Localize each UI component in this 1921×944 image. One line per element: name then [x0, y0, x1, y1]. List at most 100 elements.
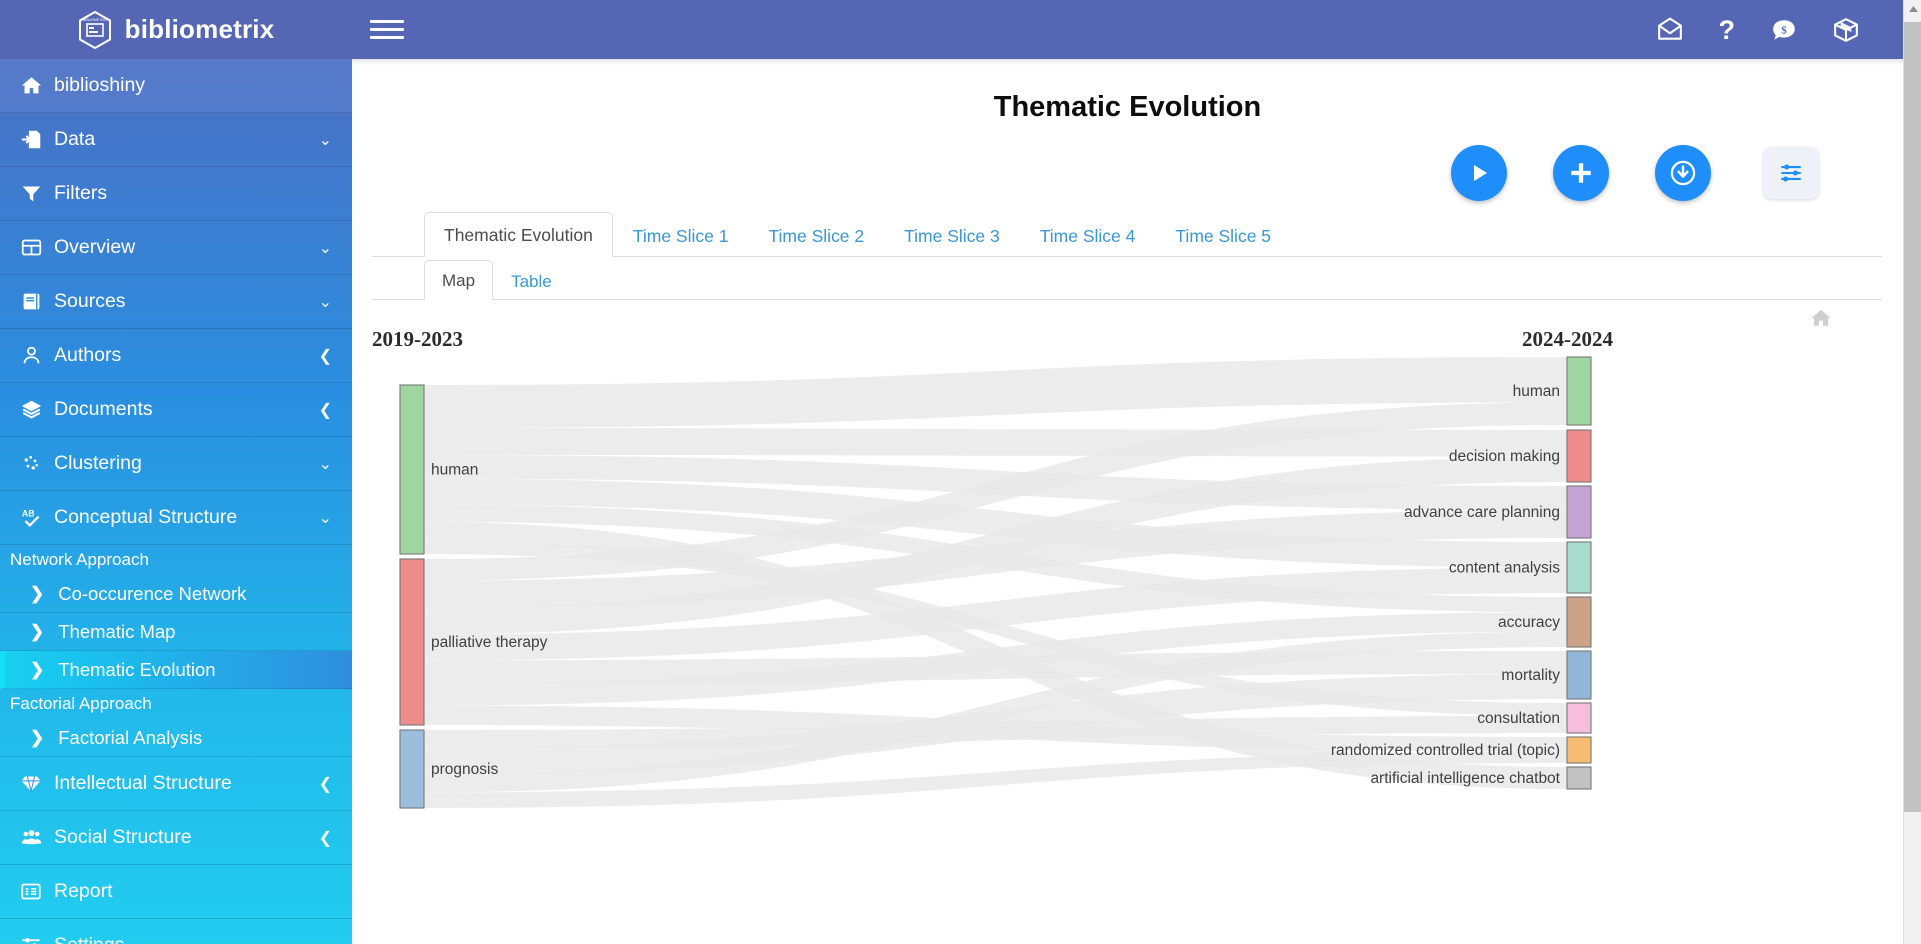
clustering-icon	[18, 453, 44, 474]
brand[interactable]: BIBLIOMETRIX bibliometrix	[0, 0, 352, 59]
sankey-node[interactable]	[1566, 429, 1592, 483]
page-title: Thematic Evolution	[993, 91, 1262, 123]
sidebar-item-label: biblioshiny	[54, 74, 146, 96]
sidebar-item-factorial-analysis[interactable]: ❯ Factorial Analysis	[0, 719, 352, 757]
sidebar-subitem-label: Co-occurence Network	[58, 582, 247, 604]
sankey-node[interactable]	[1566, 736, 1592, 764]
download-circle-icon	[1670, 160, 1696, 186]
sidebar-subitem-label: Factorial Analysis	[58, 726, 203, 748]
sidebar-item-label: Clustering	[54, 452, 142, 474]
svg-text:BIBLIOMETRIX: BIBLIOMETRIX	[83, 18, 107, 22]
sankey-node-label: artificial intelligence chatbot	[1370, 770, 1560, 787]
sidebar-item-label: Overview	[54, 236, 136, 258]
chevron-right-icon: ❯	[30, 621, 45, 641]
home-icon	[18, 75, 44, 96]
chevron-down-icon: ⌄	[318, 455, 332, 473]
sankey-node-label: content analysis	[1449, 560, 1560, 577]
sankey-node[interactable]	[1566, 702, 1592, 734]
chevron-right-icon: ❯	[30, 583, 45, 603]
header-actions: ? $	[1657, 16, 1904, 43]
donate-icon[interactable]: $	[1771, 17, 1797, 43]
sidebar-item-thematic-evolution[interactable]: ❯ Thematic Evolution	[0, 651, 352, 689]
sankey-node[interactable]	[399, 384, 425, 555]
sidebar-item-documents[interactable]: Documents ❮	[0, 383, 352, 437]
download-button[interactable]	[1655, 145, 1711, 201]
add-button[interactable]	[1553, 145, 1609, 201]
brand-label: bibliometrix	[124, 14, 275, 44]
sidebar-item-clustering[interactable]: Clustering ⌄	[0, 437, 352, 491]
users-icon	[18, 827, 44, 848]
sankey-node[interactable]	[1566, 356, 1592, 426]
sidebar-item-data[interactable]: Data ⌄	[0, 113, 352, 167]
tab-time-slice-1[interactable]: Time Slice 1	[613, 213, 749, 257]
chevron-left-icon: ❮	[318, 347, 332, 365]
scroll-up-arrow-icon[interactable]	[1904, 0, 1921, 18]
sankey-node-label: decision making	[1449, 448, 1560, 465]
settings-button[interactable]	[1763, 147, 1819, 199]
sidebar-item-sources[interactable]: Sources ⌄	[0, 275, 352, 329]
sidebar-item-label: Report	[54, 880, 113, 902]
tab-time-slice-3[interactable]: Time Slice 3	[884, 213, 1020, 257]
sankey-node[interactable]	[399, 558, 425, 726]
sankey-node-label: consultation	[1477, 710, 1560, 727]
chevron-down-icon: ⌄	[318, 239, 332, 257]
scrollbar-thumb[interactable]	[1904, 22, 1921, 812]
layers-icon	[18, 399, 44, 420]
sidebar-item-filters[interactable]: Filters	[0, 167, 352, 221]
chevron-left-icon: ❮	[318, 829, 332, 847]
sankey-node[interactable]	[1566, 596, 1592, 648]
plus-icon	[1571, 163, 1591, 183]
sankey-links	[424, 357, 1567, 808]
page-scrollbar[interactable]	[1903, 0, 1921, 944]
filter-icon	[18, 183, 44, 204]
tab-time-slice-2[interactable]: Time Slice 2	[748, 213, 884, 257]
tab-time-slice-4[interactable]: Time Slice 4	[1020, 213, 1156, 257]
sidebar-item-biblioshiny[interactable]: biblioshiny	[0, 59, 352, 113]
sidebar-item-report[interactable]: Report	[0, 865, 352, 919]
chevron-down-icon: ⌄	[318, 293, 332, 311]
sankey-node-label: mortality	[1501, 667, 1560, 684]
sidebar-item-label: Conceptual Structure	[54, 506, 238, 528]
sidebar-item-co-occurence-network[interactable]: ❯ Co-occurence Network	[0, 575, 352, 613]
sankey-node[interactable]	[399, 729, 425, 809]
sankey-node-label: human	[431, 462, 478, 479]
sidebar-item-label: Documents	[54, 398, 153, 420]
file-import-icon	[18, 129, 44, 150]
sankey-node[interactable]	[1566, 650, 1592, 700]
sankey-node[interactable]	[1566, 485, 1592, 539]
sidebar: biblioshiny Data ⌄ Filters Overview ⌄ So…	[0, 59, 352, 944]
mail-icon[interactable]	[1657, 17, 1683, 43]
sankey-node-label: prognosis	[431, 761, 498, 778]
sidebar-item-settings[interactable]: Settings	[0, 919, 352, 944]
book-icon	[18, 291, 44, 312]
sidebar-item-social-structure[interactable]: Social Structure ❮	[0, 811, 352, 865]
app-header: BIBLIOMETRIX bibliometrix ? $	[0, 0, 1903, 59]
sankey-node-label: advance care planning	[1404, 504, 1560, 521]
sidebar-section-factorial: Factorial Approach	[10, 694, 152, 713]
sliders-icon	[18, 935, 44, 944]
package-icon[interactable]	[1833, 17, 1859, 43]
chevron-left-icon: ❮	[318, 775, 332, 793]
spell-check-icon: AB	[18, 507, 44, 528]
help-icon[interactable]: ?	[1719, 16, 1736, 43]
sidebar-item-overview[interactable]: Overview ⌄	[0, 221, 352, 275]
sidebar-item-conceptual-structure[interactable]: AB Conceptual Structure ⌄	[0, 491, 352, 545]
chevron-left-icon: ❮	[318, 401, 332, 419]
sidebar-item-authors[interactable]: Authors ❮	[0, 329, 352, 383]
sidebar-item-label: Data	[54, 128, 96, 150]
run-button[interactable]	[1451, 145, 1507, 201]
tab-thematic-evolution[interactable]: Thematic Evolution	[424, 212, 613, 257]
tab-bar: Thematic Evolution Time Slice 1 Time Sli…	[372, 211, 1882, 257]
sidebar-item-intellectual-structure[interactable]: Intellectual Structure ❮	[0, 757, 352, 811]
sankey-node-label: accuracy	[1498, 614, 1560, 631]
sankey-node[interactable]	[1566, 541, 1592, 594]
sankey-link[interactable]	[424, 428, 1567, 457]
sidebar-item-label: Social Structure	[54, 826, 192, 848]
sankey-node-label: randomized controlled trial (topic)	[1331, 742, 1560, 759]
hamburger-icon[interactable]	[370, 12, 404, 48]
tab-time-slice-5[interactable]: Time Slice 5	[1155, 213, 1291, 257]
sankey-node[interactable]	[1566, 766, 1592, 790]
sidebar-item-thematic-map[interactable]: ❯ Thematic Map	[0, 613, 352, 651]
sankey-plot: 2019-2023 2024-2024 human palliative ther…	[372, 291, 1882, 891]
chevron-right-icon: ❯	[30, 727, 45, 747]
